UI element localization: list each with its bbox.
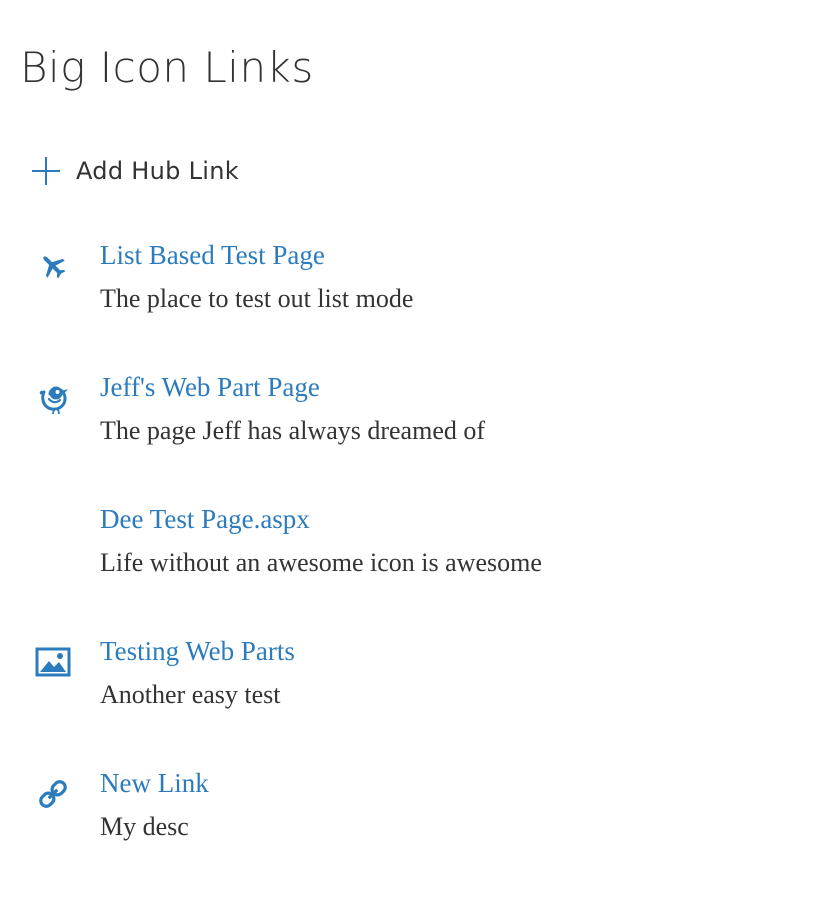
link-description: The page Jeff has always dreamed of: [100, 416, 486, 445]
link-title[interactable]: New Link: [100, 766, 209, 800]
link-description: The place to test out list mode: [100, 284, 414, 313]
link-title[interactable]: Testing Web Parts: [100, 634, 295, 668]
link-icon: [34, 775, 72, 813]
link-description: Another easy test: [100, 680, 281, 709]
link-description: My desc: [100, 812, 189, 841]
list-item: Dee Test Page.aspx Life without an aweso…: [0, 496, 820, 628]
list-item: New Link My desc: [0, 760, 820, 892]
link-description: Life without an awesome icon is awesome: [100, 548, 542, 577]
list-item: Jeff's Web Part Page The page Jeff has a…: [0, 364, 820, 496]
page-title: Big Icon Links: [20, 43, 314, 92]
list-item: List Based Test Page The place to test o…: [0, 232, 820, 364]
list-item: Testing Web Parts Another easy test: [0, 628, 820, 760]
link-title[interactable]: List Based Test Page: [100, 238, 325, 272]
plus-icon: [30, 155, 62, 187]
picture-icon: [34, 643, 72, 681]
bird-icon: [34, 379, 72, 417]
airplane-icon: [34, 247, 72, 285]
add-hub-link-button[interactable]: Add Hub Link: [30, 151, 239, 191]
hub-link-list: List Based Test Page The place to test o…: [0, 232, 820, 892]
add-hub-link-label: Add Hub Link: [76, 157, 239, 185]
link-title[interactable]: Jeff's Web Part Page: [100, 370, 320, 404]
link-title[interactable]: Dee Test Page.aspx: [100, 502, 310, 536]
